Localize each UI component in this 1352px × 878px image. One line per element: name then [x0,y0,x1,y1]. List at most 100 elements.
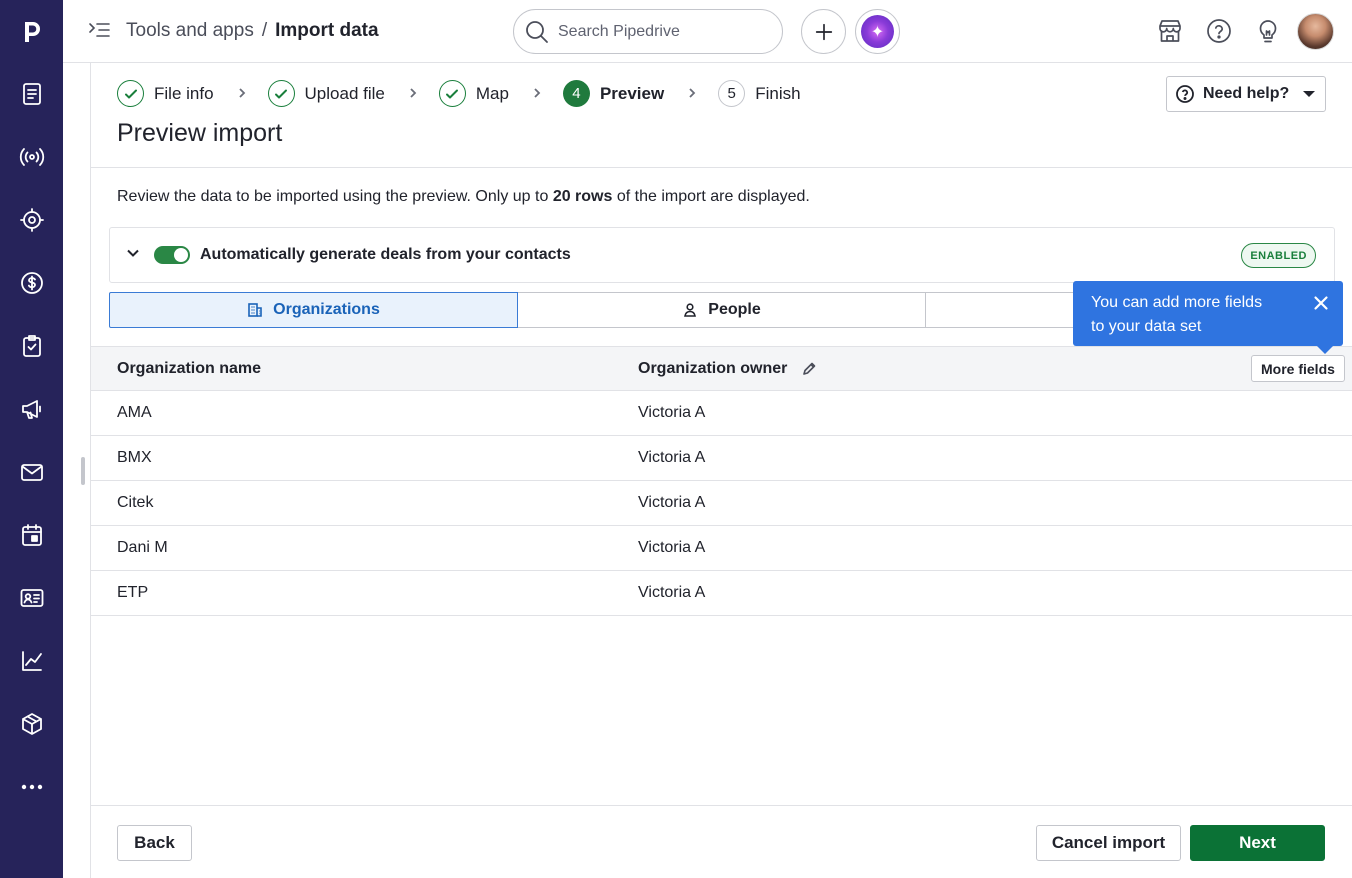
tooltip-line-1: You can add more fields [1091,294,1263,311]
step-file-info: File info [117,80,214,107]
pipedrive-logo[interactable] [0,8,63,54]
person-icon [684,303,697,317]
column-header-label: Organization owner [638,360,788,377]
plus-icon [815,23,832,40]
nav-broadcast[interactable] [0,135,63,179]
contacts-card-icon [20,589,43,607]
nav-deals[interactable] [0,261,63,305]
back-button[interactable]: Back [117,825,192,861]
nav-calendar[interactable] [0,513,63,557]
page-title: Preview import [117,119,283,147]
table-row: Dani M Victoria A [91,526,1352,571]
insights-chart-icon [21,651,42,671]
organization-owner-cell: Victoria A [638,449,706,466]
target-icon [19,208,44,232]
search-input[interactable] [558,22,758,41]
nav-leads-inbox[interactable] [0,72,63,116]
step-map: Map [438,80,509,107]
broadcast-icon [19,148,44,166]
menu-toggle-button[interactable] [87,19,111,43]
chevron-right-icon [407,84,417,104]
table-row: AMA Victoria A [91,391,1352,436]
organization-owner-cell: Victoria A [638,584,706,601]
tips-button[interactable] [1254,17,1282,45]
column-header-organization-name: Organization name [117,360,261,378]
footer-actions: Back Cancel import Next [91,805,1352,878]
tooltip-line-2: to your data set [1091,318,1202,335]
lightbulb-icon [1259,20,1277,43]
megaphone-icon [21,400,41,419]
chevron-right-icon [531,84,541,104]
expand-toggle[interactable] [126,246,140,265]
organization-name-cell: BMX [117,449,152,466]
organization-owner-cell: Victoria A [638,539,706,556]
pipedrive-logo-icon [24,22,40,42]
import-preview-panel: File info Upload file Map 4 Preview 5 Fi… [90,63,1352,878]
quick-add-button[interactable] [801,9,846,54]
step-upload-file: Upload file [267,80,385,107]
help-center-button[interactable] [1205,17,1233,45]
nav-contacts[interactable] [0,576,63,620]
organization-owner-cell: Victoria A [638,404,706,421]
question-circle-icon [1207,19,1231,43]
table-row: ETP Victoria A [91,571,1352,616]
import-stepper: File info Upload file Map 4 Preview 5 Fi… [117,80,801,107]
step-done-badge [438,80,466,107]
step-label: Map [475,83,509,103]
more-fields-button[interactable]: More fields [1251,355,1345,382]
tooltip-close-button[interactable] [1313,295,1329,311]
organization-name-cell: Citek [117,494,154,511]
checkmark-icon [124,89,137,98]
mail-icon [20,464,43,481]
more-dots-icon [21,784,42,790]
pencil-edit-icon[interactable] [801,361,817,377]
marketplace-button[interactable] [1156,17,1184,45]
nav-more[interactable] [0,765,63,809]
breadcrumb-import-data: Import data [275,20,379,41]
intro-text: Review the data to be imported using the… [117,188,810,206]
chevron-down-icon [127,249,139,257]
auto-generate-deals-switch[interactable] [154,246,190,264]
status-badge: ENABLED [1241,243,1316,268]
cancel-import-button[interactable]: Cancel import [1036,825,1181,861]
sidebar-resize-handle[interactable] [81,457,85,485]
nav-mail[interactable] [0,450,63,494]
caret-down-icon [1303,91,1316,97]
next-button[interactable]: Next [1190,825,1325,861]
step-label: File info [154,83,214,103]
breadcrumb-tools-and-apps[interactable]: Tools and apps [126,20,254,42]
calendar-icon [21,524,42,546]
nav-activities[interactable] [0,324,63,368]
menu-collapse-icon [89,23,110,37]
need-help-dropdown[interactable]: Need help? [1166,76,1326,112]
nav-campaigns[interactable] [0,387,63,431]
intro-text-end: of the import are displayed. [612,188,810,205]
clipboard-check-icon [22,335,41,357]
nav-products[interactable] [0,702,63,746]
table-header: Organization name Organization owner Mor… [91,346,1352,391]
search-box[interactable] [513,9,783,54]
breadcrumb: Tools and apps / Import data [126,20,379,42]
building-icon [248,303,262,317]
ai-assistant-button[interactable]: ✦ [855,9,900,54]
step-preview: 4 Preview [562,80,664,107]
intro-text-start: Review the data to be imported using the… [117,188,553,205]
user-avatar[interactable] [1297,13,1334,50]
organization-name-cell: ETP [117,584,149,601]
organization-owner-cell: Victoria A [638,494,706,511]
step-number-badge: 4 [562,80,590,107]
tab-label: Organizations [273,301,380,318]
tab-people[interactable]: People [517,292,926,328]
leads-inbox-icon [22,83,41,105]
question-circle-icon [1176,85,1194,103]
step-label: Finish [755,83,801,103]
breadcrumb-separator: / [261,20,268,41]
organization-name-cell: AMA [117,404,152,421]
step-done-badge [117,80,144,107]
nav-insights[interactable] [0,639,63,683]
intro-text-rows: 20 rows [552,188,613,205]
store-icon [1159,20,1181,42]
tab-organizations[interactable]: Organizations [109,292,518,328]
nav-target[interactable] [0,198,63,242]
organization-name-cell: Dani M [117,539,168,556]
